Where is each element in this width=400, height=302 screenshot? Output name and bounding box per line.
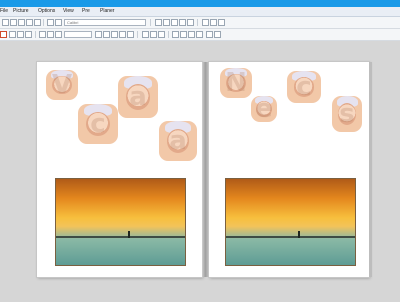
group-icon[interactable] <box>188 31 195 38</box>
separator <box>43 19 44 26</box>
italic-icon[interactable] <box>47 31 54 38</box>
photo-letter-c[interactable]: c <box>78 104 118 144</box>
toolbar-row-1: Calibri <box>0 17 400 29</box>
menu-planer[interactable]: Planer <box>100 8 114 15</box>
align-right-icon[interactable] <box>158 31 165 38</box>
underline-icon[interactable] <box>55 31 62 38</box>
pointer-icon[interactable] <box>9 31 16 38</box>
open-icon[interactable] <box>10 19 17 26</box>
menu-pre[interactable]: Pre <box>82 8 90 15</box>
align-left-icon[interactable] <box>142 31 149 38</box>
separator <box>35 31 36 38</box>
page-shadow <box>369 62 372 277</box>
copy-icon[interactable] <box>34 19 41 26</box>
menu-view[interactable]: View <box>63 8 74 15</box>
font-combo[interactable]: Calibri <box>64 19 146 26</box>
menu-options[interactable]: Options <box>38 8 55 15</box>
rotate-icon[interactable] <box>210 19 217 26</box>
layout-icon[interactable] <box>179 19 186 26</box>
separator <box>197 19 198 26</box>
undo-icon[interactable] <box>47 19 54 26</box>
frame-icon[interactable] <box>163 19 170 26</box>
toolbar-row-2 <box>0 29 400 41</box>
align-center-icon[interactable] <box>150 31 157 38</box>
photo-letter-n[interactable]: N <box>220 68 252 98</box>
ungroup-icon[interactable] <box>196 31 203 38</box>
size-combo[interactable] <box>64 31 92 38</box>
print-icon[interactable] <box>26 19 33 26</box>
menu-file[interactable]: File <box>0 8 8 15</box>
image-icon[interactable] <box>155 19 162 26</box>
record-icon[interactable] <box>0 31 7 38</box>
sunset-photo-left[interactable] <box>55 178 186 266</box>
text-icon[interactable] <box>187 19 194 26</box>
crop-icon[interactable] <box>218 19 225 26</box>
photo-letter-v[interactable]: V <box>46 70 78 100</box>
photo-letter-s[interactable]: s <box>332 96 362 132</box>
sunset-photo-right[interactable] <box>225 178 356 266</box>
photo-letter-c-right[interactable]: c <box>287 71 321 103</box>
new-icon[interactable] <box>2 19 9 26</box>
grid-icon[interactable] <box>171 19 178 26</box>
color-icon[interactable] <box>95 31 102 38</box>
menu-bar: File Picture Options View Pre Planer <box>0 7 400 17</box>
bold-icon[interactable] <box>39 31 46 38</box>
book-spine <box>202 62 209 277</box>
fill-icon[interactable] <box>103 31 110 38</box>
font-larger-icon[interactable] <box>119 31 126 38</box>
separator <box>168 31 169 38</box>
zoom-icon[interactable] <box>25 31 32 38</box>
delete-icon[interactable] <box>214 31 221 38</box>
shadow-icon[interactable] <box>111 31 118 38</box>
picture-icon[interactable] <box>206 31 213 38</box>
separator <box>137 31 138 38</box>
photo-letter-a-2[interactable]: a <box>159 121 197 161</box>
save-icon[interactable] <box>18 19 25 26</box>
send-back-icon[interactable] <box>180 31 187 38</box>
photo-letter-e[interactable]: e <box>251 96 277 122</box>
redo-icon[interactable] <box>55 19 62 26</box>
title-bar <box>0 0 400 7</box>
align-icon[interactable] <box>202 19 209 26</box>
photo-letter-a-1[interactable]: a <box>118 76 158 118</box>
font-smaller-icon[interactable] <box>127 31 134 38</box>
menu-picture[interactable]: Picture <box>13 8 29 15</box>
bring-front-icon[interactable] <box>172 31 179 38</box>
hand-icon[interactable] <box>17 31 24 38</box>
separator <box>150 19 151 26</box>
